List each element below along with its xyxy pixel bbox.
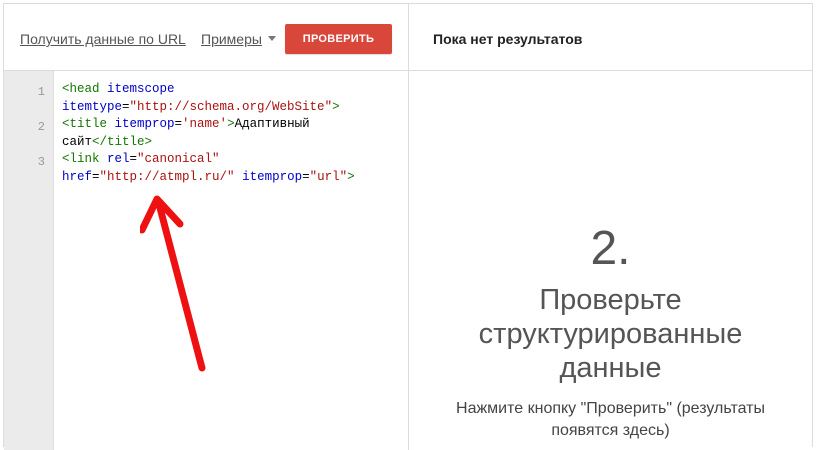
step-note-line: появятся здесь) [551,422,670,439]
line-number: 2 [37,120,45,134]
code-token: = [174,117,183,131]
line-number: 3 [37,155,45,169]
code-editor[interactable]: <head itemscope itemtype="http://schema.o… [62,81,402,186]
code-token: itemscope [107,82,175,96]
step-title-line: структурированные [478,318,743,350]
code-line: <title itemprop='name'>Адаптивный [62,116,402,134]
code-token: "http://schema.org/WebSite" [129,99,333,114]
code-token: = [122,99,130,114]
code-token: rel [107,152,130,166]
results-header: Пока нет результатов [409,4,812,71]
code-token: > [332,99,340,114]
editor-toolbar: Получить данные по URL Примеры ПРОВЕРИТЬ [4,4,408,71]
code-line: сайт</title> [62,134,402,152]
code-token: itemprop [114,117,175,131]
code-token: "canonical" [137,152,220,166]
code-token: <title [62,117,115,131]
code-token: сайт [62,134,93,149]
step-number: 2. [590,222,631,275]
code-token: Адаптивный [234,117,310,131]
code-token: <link [62,152,108,166]
code-token: "url" [309,169,348,184]
step-note-line: Нажмите кнопку "Проверить" (результаты [456,400,765,417]
results-panel: 2. Проверьте структурированные данные На… [409,71,812,450]
code-token: "http://atmpl.ru/" [99,169,235,184]
examples-label: Примеры [201,31,262,47]
code-token: 'name' [182,117,228,131]
step-title: Проверьте структурированные данные [409,283,812,385]
code-token: <head [62,82,108,96]
step-title-line: данные [559,352,662,384]
caret-down-icon [267,36,276,41]
code-line: href="http://atmpl.ru/" itemprop="url"> [62,169,402,187]
fetch-url-link[interactable]: Получить данные по URL [20,31,186,47]
code-line: <link rel="canonical" [62,151,402,169]
step-title-line: Проверьте [539,284,682,316]
code-line: <head itemscope [62,81,402,99]
code-token: = [302,169,310,184]
code-token: = [92,169,100,184]
code-token: </title> [92,134,153,149]
results-title: Пока нет результатов [433,31,583,47]
code-token: = [129,152,138,166]
code-token: > [227,117,235,131]
code-token: itemtype [62,99,123,114]
check-button[interactable]: ПРОВЕРИТЬ [285,24,392,54]
red-arrow-icon [140,195,206,372]
code-token: itemprop [242,169,303,184]
step-note: Нажмите кнопку "Проверить" (результаты п… [409,398,812,442]
line-number-gutter: 1 2 3 [4,71,54,450]
line-number: 1 [37,85,45,99]
examples-dropdown[interactable]: Примеры [201,31,276,47]
code-line: itemtype="http://schema.org/WebSite"> [62,99,402,117]
code-token: href [62,169,93,184]
code-token: > [347,169,355,184]
